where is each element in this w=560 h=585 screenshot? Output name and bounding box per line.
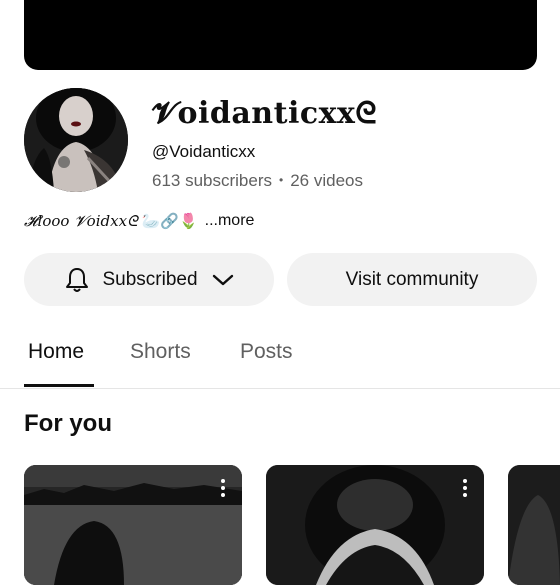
more-link[interactable]: ...more [205,212,255,230]
tab-shorts[interactable]: Shorts [130,340,191,364]
visit-community-button[interactable]: Visit community [287,253,537,306]
subscriber-count: 613 subscribers [152,171,273,190]
tab-home[interactable]: Home [28,340,84,364]
channel-description[interactable]: 𝓗looo 𝓥oidxxᘓ 🦢🔗🌷 ...more [24,212,254,230]
video-card[interactable] [266,465,484,585]
video-count: 26 videos [290,171,363,190]
channel-avatar[interactable] [24,88,128,192]
subscribed-label: Subscribed [102,268,198,290]
channel-name: 𝓥oidanticxxᘓ [152,96,378,131]
description-emojis: 🦢🔗🌷 [141,213,198,230]
more-vert-icon[interactable] [220,479,226,497]
description-text: 𝓗looo 𝓥oidxxᘓ [24,212,138,230]
video-thumbnail [266,465,484,585]
visit-community-label: Visit community [345,268,479,290]
video-card[interactable] [508,465,560,585]
avatar-image [24,88,128,192]
chevron-down-icon [212,273,234,287]
stats-separator: • [279,173,284,187]
subscribed-button[interactable]: Subscribed [24,253,274,306]
channel-handle: @Voidanticxx [152,142,256,161]
channel-stats: 613 subscribers • 26 videos [152,171,363,191]
tab-posts[interactable]: Posts [240,340,293,364]
section-title: For you [24,410,112,437]
bell-icon [64,266,90,294]
more-vert-icon[interactable] [462,479,468,497]
channel-tabs: Home Shorts Posts [0,330,560,389]
channel-banner[interactable] [24,0,537,70]
active-tab-indicator [24,384,94,387]
video-thumbnail [24,465,242,585]
video-card[interactable] [24,465,242,585]
video-thumbnail [508,465,560,585]
